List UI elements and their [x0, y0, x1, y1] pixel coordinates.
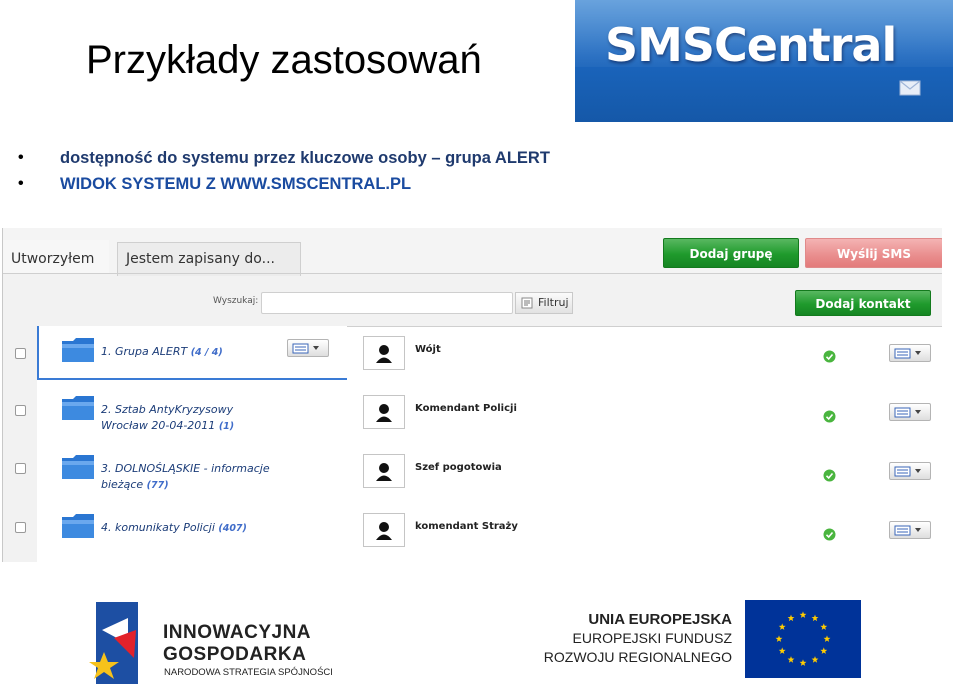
group-subtitle: bieżące: [101, 478, 144, 491]
check-icon: [823, 469, 836, 482]
tab-created[interactable]: Utworzyłem: [3, 240, 109, 274]
avatar: [363, 395, 405, 429]
group-title: 3. DOLNOŚLĄSKIE - informacje: [101, 462, 270, 475]
group-count: (4 / 4): [190, 347, 223, 358]
filter-icon: [521, 297, 533, 309]
ig-flag-icon: [89, 602, 138, 684]
tab-bar: Utworzyłem Jestem zapisany do... Dodaj g…: [3, 228, 942, 276]
menu-dropdown-icon: [894, 407, 921, 418]
menu-dropdown-icon: [292, 343, 319, 354]
group-menu-button[interactable]: [287, 339, 329, 357]
contact-name: komendant Straży: [415, 521, 518, 532]
app-screenshot: Utworzyłem Jestem zapisany do... Dodaj g…: [2, 228, 942, 562]
person-icon: [376, 404, 392, 422]
person-icon: [376, 463, 392, 481]
send-sms-button[interactable]: Wyślij SMS: [805, 238, 942, 268]
folder-icon: [62, 338, 94, 362]
folder-icon: [62, 514, 94, 538]
group-name: 2. Sztab AntyKryzysowy Wrocław 20-04-201…: [101, 402, 234, 435]
ig-line3: NARODOWA STRATEGIA SPÓJNOŚCI: [164, 667, 333, 678]
tab-subscribed[interactable]: Jestem zapisany do...: [117, 242, 301, 276]
menu-dropdown-icon: [894, 466, 921, 477]
group-name: 4. komunikaty Policji (407): [101, 520, 247, 537]
check-icon: [823, 410, 836, 423]
smscentral-logo-text: SMSCentral: [605, 18, 897, 72]
check-icon: [823, 528, 836, 541]
group-title: 2. Sztab AntyKryzysowy: [101, 403, 234, 416]
group-count: (1): [218, 421, 235, 432]
contact-name: Wójt: [415, 344, 441, 355]
group-checkbox[interactable]: [15, 348, 26, 359]
bullet-text: dostępność do systemu przez kluczowe oso…: [60, 149, 550, 167]
bullet-text: WIDOK SYSTEMU Z WWW.SMSCENTRAL.PL: [60, 175, 412, 193]
group-checkbox[interactable]: [15, 522, 26, 533]
bullet-list: • dostępność do systemu przez kluczowe o…: [18, 148, 550, 200]
menu-dropdown-icon: [894, 525, 921, 536]
contact-menu-button[interactable]: [889, 521, 931, 539]
folder-icon: [62, 396, 94, 420]
group-title: 4. komunikaty Policji: [101, 521, 215, 534]
avatar: [363, 336, 405, 370]
eu-line3: ROZWOJU REGIONALNEGO: [543, 649, 732, 665]
eu-line2: EUROPEJSKI FUNDUSZ: [572, 630, 732, 646]
innowacyjna-gospodarka-logo: INNOWACYJNA GOSPODARKA NARODOWA STRATEGI…: [88, 598, 358, 684]
contact-menu-button[interactable]: [889, 344, 931, 362]
group-checkbox[interactable]: [15, 463, 26, 474]
contact-name: Szef pogotowia: [415, 462, 502, 473]
bullet-marker: •: [18, 175, 24, 192]
ig-line2: GOSPODARKA: [163, 644, 307, 665]
group-name: 1. Grupa ALERT (4 / 4): [101, 344, 223, 361]
eu-line1: UNIA EUROPEJSKA: [588, 611, 732, 628]
search-input[interactable]: [261, 292, 513, 314]
eu-flag-icon: [745, 600, 861, 678]
group-checkbox[interactable]: [15, 405, 26, 416]
group-count: (407): [218, 523, 247, 534]
tab-divider: [3, 273, 942, 274]
check-icon: [823, 350, 836, 363]
group-count: (77): [146, 480, 169, 491]
menu-dropdown-icon: [894, 348, 921, 359]
bullet-item: • dostępność do systemu przez kluczowe o…: [18, 148, 550, 174]
filter-button-label: Filtruj: [538, 296, 569, 309]
ig-line1: INNOWACYJNA: [163, 622, 312, 643]
folder-icon: [62, 455, 94, 479]
contact-menu-button[interactable]: [889, 403, 931, 421]
contact-name: Komendant Policji: [415, 403, 517, 414]
avatar: [363, 454, 405, 488]
avatar: [363, 513, 405, 547]
group-name: 3. DOLNOŚLĄSKIE - informacje bieżące (77…: [101, 461, 270, 494]
add-group-button[interactable]: Dodaj grupę: [663, 238, 799, 268]
slide-title: Przykłady zastosowań: [86, 38, 482, 82]
envelope-icon: [899, 80, 921, 96]
search-label: Wyszukaj:: [213, 296, 259, 306]
filter-button[interactable]: Filtruj: [515, 292, 573, 314]
group-subtitle: Wrocław 20-04-2011: [101, 419, 216, 432]
add-contact-button[interactable]: Dodaj kontakt: [795, 290, 931, 316]
group-title: 1. Grupa ALERT: [101, 345, 188, 358]
smscentral-logo: SMSCentral: [575, 0, 953, 122]
bullet-marker: •: [18, 149, 24, 166]
search-row: Wyszukaj: Filtruj Dodaj kontakt: [3, 288, 942, 318]
person-icon: [376, 522, 392, 540]
contact-menu-button[interactable]: [889, 462, 931, 480]
eu-text: UNIA EUROPEJSKA EUROPEJSKI FUNDUSZ ROZWO…: [544, 610, 732, 667]
person-icon: [376, 345, 392, 363]
bullet-item: • WIDOK SYSTEMU Z WWW.SMSCENTRAL.PL: [18, 174, 550, 200]
